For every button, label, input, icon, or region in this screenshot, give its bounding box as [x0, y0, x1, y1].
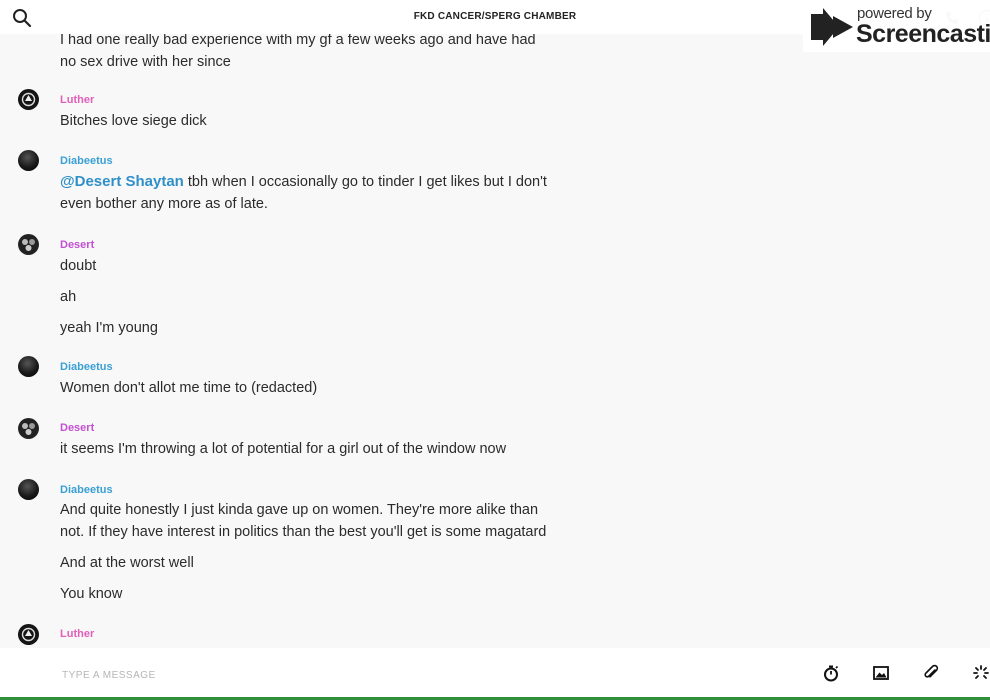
image-icon[interactable] — [872, 664, 890, 682]
message-input[interactable] — [60, 664, 664, 686]
message-text: @Desert Shaytan tbh when I occasionally … — [60, 171, 550, 215]
user-mention[interactable]: @Desert Shaytan — [60, 173, 184, 190]
message-text: yeah I'm young — [60, 320, 158, 336]
message-text: doubt — [60, 258, 97, 274]
avatar[interactable] — [18, 89, 39, 110]
message-text: Bitches love siege dick — [60, 113, 207, 129]
message-author[interactable]: Luther — [60, 628, 94, 640]
message-list: I had one really bad experience with my … — [0, 0, 990, 648]
avatar[interactable] — [18, 234, 39, 255]
message-text: I had one really bad experience with my … — [60, 32, 536, 70]
message-author[interactable]: Luther — [60, 94, 94, 106]
avatar[interactable] — [18, 356, 39, 377]
message-composer — [0, 648, 990, 700]
avatar[interactable] — [18, 150, 39, 171]
message-author[interactable]: Diabeetus — [60, 155, 113, 167]
message-author[interactable]: Desert — [60, 239, 94, 251]
message-text: And quite honestly I just kinda gave up … — [60, 502, 547, 540]
message-author[interactable]: Diabeetus — [60, 361, 113, 373]
loading-icon[interactable] — [972, 664, 990, 682]
message-author[interactable]: Desert — [60, 422, 94, 434]
stopwatch-icon[interactable] — [822, 664, 840, 682]
screencastify-watermark: powered by Screencastify — [803, 2, 990, 52]
avatar[interactable] — [18, 479, 39, 500]
message-text: You know — [60, 586, 123, 602]
avatar[interactable] — [18, 624, 39, 645]
message-text: And at the worst well — [60, 555, 194, 571]
message-text: Women don't allot me time to (redacted) — [60, 380, 318, 396]
message-author[interactable]: Diabeetus — [60, 484, 113, 496]
avatar[interactable] — [18, 418, 39, 439]
screencastify-logo-icon — [811, 8, 853, 46]
paperclip-icon[interactable] — [922, 664, 940, 682]
message-text: ah — [60, 289, 77, 305]
message-text: it seems I'm throwing a lot of potential… — [60, 441, 507, 457]
watermark-brand-text: Screencastify — [856, 20, 990, 48]
